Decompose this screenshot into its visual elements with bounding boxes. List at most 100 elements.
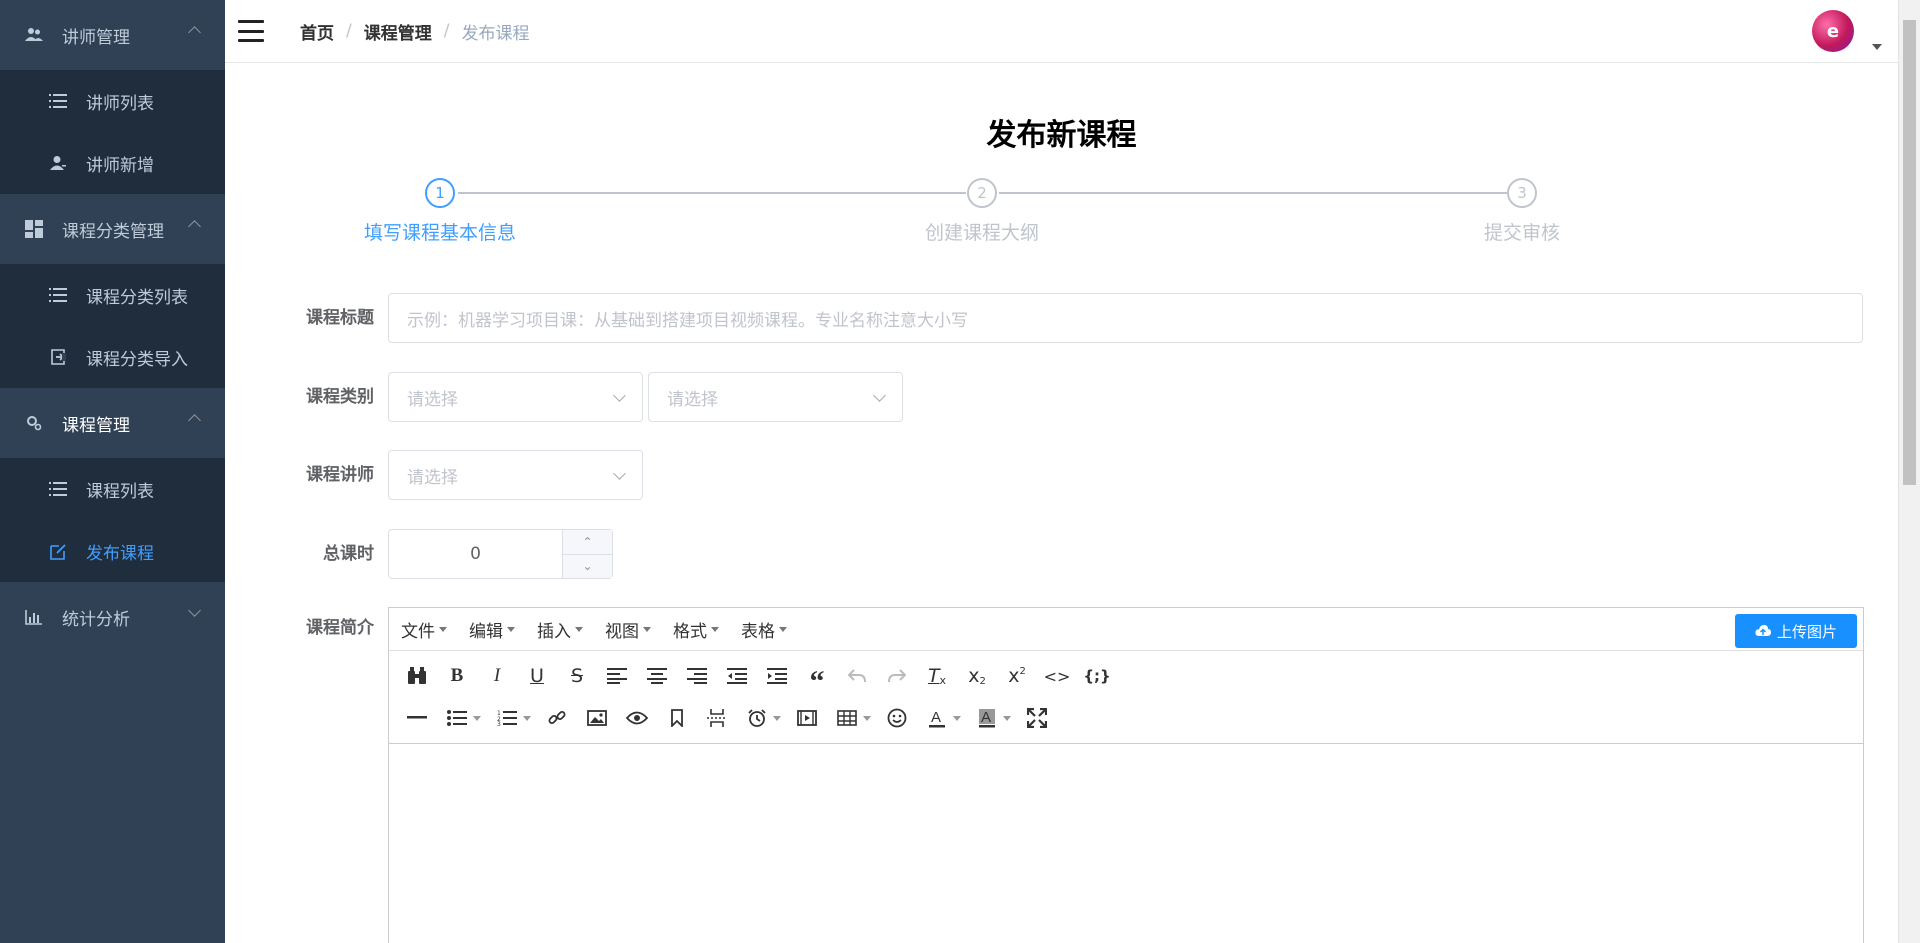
sidebar-group-statistics[interactable]: 统计分析	[0, 582, 225, 652]
breadcrumb-separator: /	[443, 21, 450, 41]
menu-table[interactable]: 表格	[741, 617, 787, 642]
breadcrumb-course[interactable]: 课程管理	[364, 19, 432, 44]
outdent-icon[interactable]	[717, 659, 757, 693]
sidebar-item-label: 发布课程	[86, 543, 154, 564]
media-icon[interactable]	[787, 701, 827, 735]
form-row-category: 课程类别 请选择 请选择	[225, 372, 1898, 422]
table-icon[interactable]	[827, 701, 871, 735]
category-level2-select[interactable]: 请选择	[648, 372, 903, 422]
chevron-up-icon	[188, 26, 201, 39]
course-title-input[interactable]: 示例：机器学习项目课：从基础到搭建项目视频课程。专业名称注意大小写	[388, 293, 1863, 343]
align-right-icon[interactable]	[677, 659, 717, 693]
select-placeholder: 请选择	[407, 389, 458, 410]
svg-text:A: A	[931, 709, 941, 726]
chevron-down-icon	[873, 389, 886, 402]
menu-insert[interactable]: 插入	[537, 617, 583, 642]
sidebar-item-course-list[interactable]: 课程列表	[0, 458, 225, 520]
emoticons-icon[interactable]	[877, 701, 917, 735]
increase-button[interactable]: ⌃	[563, 530, 612, 555]
decrease-button[interactable]: ⌄	[563, 555, 612, 579]
sidebar-group-label: 课程分类管理	[62, 221, 164, 242]
total-hours-stepper[interactable]: 0 ⌃ ⌄	[388, 529, 613, 579]
cloud-upload-icon	[1755, 625, 1771, 636]
caret-down-icon[interactable]	[1872, 44, 1882, 50]
sidebar-item-teacher-list[interactable]: 讲师列表	[0, 70, 225, 132]
setting-icon	[24, 413, 44, 433]
steps: 1 2 3 填写课程基本信息 创建课程大纲 提交审核	[364, 172, 1560, 244]
list-icon	[48, 479, 68, 499]
menu-view[interactable]: 视图	[605, 617, 651, 642]
hamburger-icon[interactable]	[238, 20, 264, 42]
numbered-list-icon[interactable]: 123	[487, 701, 531, 735]
horizontal-rule-icon[interactable]	[397, 701, 437, 735]
sidebar-group-label: 讲师管理	[62, 27, 130, 48]
caret-down-icon	[779, 626, 787, 632]
list-icon	[48, 91, 68, 111]
form-row-teacher: 课程讲师 请选择	[225, 450, 1898, 500]
step-connector	[458, 192, 966, 194]
menu-label: 插入	[537, 621, 571, 642]
underline-icon[interactable]: U	[517, 659, 557, 693]
insert-datetime-icon[interactable]	[737, 701, 781, 735]
avatar[interactable]: e	[1812, 10, 1854, 52]
align-center-icon[interactable]	[637, 659, 677, 693]
page-scrollbar[interactable]	[1898, 0, 1920, 943]
bullet-list-icon[interactable]	[437, 701, 481, 735]
scrollbar-thumb[interactable]	[1903, 20, 1916, 485]
align-left-icon[interactable]	[597, 659, 637, 693]
menu-label: 文件	[401, 621, 435, 642]
caret-down-icon	[643, 626, 651, 632]
category-level1-select[interactable]: 请选择	[388, 372, 643, 422]
superscript-icon[interactable]: x2	[997, 659, 1037, 693]
breadcrumb-separator: /	[346, 21, 352, 41]
menu-file[interactable]: 文件	[401, 617, 447, 642]
preview-icon[interactable]	[617, 701, 657, 735]
background-color-icon[interactable]: A	[967, 701, 1011, 735]
redo-icon[interactable]	[877, 659, 917, 693]
sidebar-group-teacher[interactable]: 讲师管理	[0, 0, 225, 70]
menu-format[interactable]: 格式	[673, 617, 719, 642]
breadcrumb-home[interactable]: 首页	[300, 19, 334, 44]
find-replace-icon[interactable]	[397, 659, 437, 693]
upload-image-button[interactable]: 上传图片	[1735, 614, 1857, 648]
form-row-intro: 课程简介 文件 编辑 插入 视图 格式 表格 上传图片 B I U S “ T …	[225, 607, 1898, 943]
fullscreen-icon[interactable]	[1017, 701, 1057, 735]
total-hours-value[interactable]: 0	[389, 530, 562, 578]
page-title: 发布新课程	[986, 118, 1137, 153]
editor-content-area[interactable]	[389, 744, 1863, 943]
link-icon[interactable]	[537, 701, 577, 735]
bookmark-icon[interactable]	[657, 701, 697, 735]
indent-icon[interactable]	[757, 659, 797, 693]
sidebar-item-category-list[interactable]: 课程分类列表	[0, 264, 225, 326]
form-row-title: 课程标题 示例：机器学习项目课：从基础到搭建项目视频课程。专业名称注意大小写	[225, 293, 1898, 343]
submenu: 课程列表 发布课程	[0, 458, 225, 582]
code-sample-icon[interactable]: {;}	[1077, 659, 1117, 693]
edit-icon	[48, 541, 68, 561]
sidebar-group-category[interactable]: 课程分类管理	[0, 194, 225, 264]
sidebar-item-teacher-add[interactable]: 讲师新增	[0, 132, 225, 194]
teacher-select[interactable]: 请选择	[388, 450, 643, 500]
step-connector	[999, 192, 1507, 194]
page-break-icon[interactable]	[697, 701, 737, 735]
image-icon[interactable]	[577, 701, 617, 735]
menu-edit[interactable]: 编辑	[469, 617, 515, 642]
step-3-circle: 3	[1507, 178, 1537, 208]
text-color-icon[interactable]: A	[917, 701, 961, 735]
users-icon	[24, 25, 44, 45]
strikethrough-icon[interactable]: S	[557, 659, 597, 693]
submenu: 讲师列表 讲师新增	[0, 70, 225, 194]
sidebar-group-course[interactable]: 课程管理	[0, 388, 225, 458]
undo-icon[interactable]	[837, 659, 877, 693]
bold-icon[interactable]: B	[437, 659, 477, 693]
navbar: 首页 / 课程管理 / 发布课程 e	[225, 0, 1898, 63]
code-icon[interactable]: <>	[1037, 659, 1077, 693]
course-intro-label: 课程简介	[306, 618, 374, 638]
blockquote-icon[interactable]: “	[797, 659, 837, 698]
total-hours-label: 总课时	[323, 544, 374, 564]
clear-formatting-icon[interactable]: Tx	[917, 659, 957, 693]
italic-icon[interactable]: I	[477, 659, 517, 693]
subscript-icon[interactable]: x2	[957, 659, 997, 693]
sidebar-item-publish-course[interactable]: 发布课程	[0, 520, 225, 582]
menu-label: 编辑	[469, 621, 503, 642]
sidebar-item-category-import[interactable]: 课程分类导入	[0, 326, 225, 388]
